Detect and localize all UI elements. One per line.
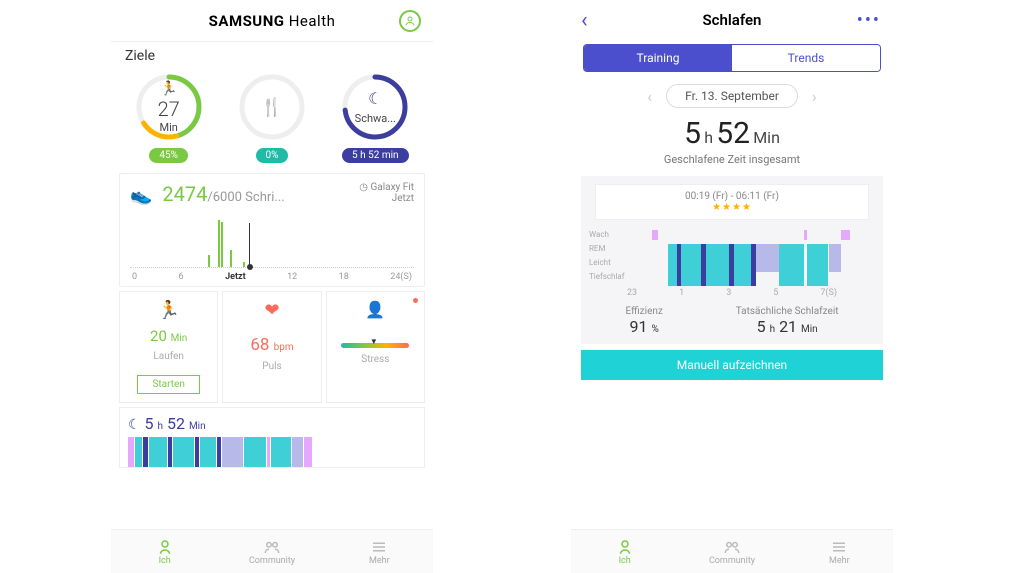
detail-header: ‹ Schlafen ••• [571, 0, 893, 40]
app-header: SAMSUNG Health [111, 0, 433, 42]
sleep-detail-screen: ‹ Schlafen ••• Training Trends ‹ Fr. 13.… [571, 0, 893, 573]
moon-icon: ☾ [128, 417, 141, 433]
tab-trends[interactable]: Trends [732, 45, 880, 71]
stress-bar: ▼ [341, 343, 409, 348]
chevron-right-icon[interactable]: › [812, 87, 817, 106]
tile-stress[interactable]: 👤 ▼ Stress [326, 291, 425, 403]
person-icon: 👤 [365, 300, 385, 319]
home-screen: SAMSUNG Health Ziele 🏃27Min 45% 🍴 0% ☾Sc… [111, 0, 433, 573]
goals-row: 🏃27Min 45% 🍴 0% ☾Schwa... 5 h 52 min [111, 66, 433, 169]
stage-labels: WachREMLeichtTiefschlaf [589, 230, 627, 286]
sleep-chart-card: 00:19 (Fr) - 06:11 (Fr) ★★★★ WachREMLeic… [581, 176, 883, 344]
nav-mehr[interactable]: Mehr [786, 530, 893, 573]
efficiency-row: Effizienz 91 % Tatsächliche Schlafzeit 5… [589, 306, 875, 336]
total-label: Geschlafene Zeit insgesamt [571, 153, 893, 166]
chevron-left-icon[interactable]: ‹ [647, 87, 652, 106]
steps-goal: /6000 Schri... [207, 190, 284, 205]
tab-segment: Training Trends [583, 44, 881, 72]
stars-icon: ★★★★ [602, 202, 862, 213]
heart-icon: ❤ [264, 300, 279, 321]
steps-card[interactable]: 👟 2474/6000 Schri... ◷ Galaxy FitJetzt 0… [119, 173, 425, 287]
profile-icon[interactable] [399, 10, 421, 32]
cutlery-icon: 🍴 [261, 97, 283, 118]
nav-mehr[interactable]: Mehr [326, 530, 433, 573]
watch-icon: ◷ [359, 182, 370, 193]
goals-heading: Ziele [111, 42, 433, 66]
goal-sleep[interactable]: ☾Schwa... 5 h 52 min [330, 72, 420, 163]
back-icon[interactable]: ‹ [581, 8, 588, 33]
sleep-tooltip: 00:19 (Fr) - 06:11 (Fr) ★★★★ [595, 184, 869, 220]
bottom-nav: Ich Community Mehr [111, 529, 433, 573]
moon-icon: ☾ [368, 89, 382, 108]
date-button[interactable]: Fr. 13. September [666, 84, 798, 108]
runner-icon: 🏃 [160, 81, 177, 97]
alert-dot-icon [413, 298, 418, 303]
sleep-mini-chart [128, 437, 416, 467]
shoe-icon: 👟 [130, 185, 152, 206]
app-title: SAMSUNG Health [209, 12, 336, 30]
runner-icon: 🏃 [157, 300, 179, 321]
page-title: Schlafen [703, 11, 762, 29]
goal-sleep-pill: 5 h 52 min [342, 148, 409, 163]
start-button[interactable]: Starten [137, 375, 199, 394]
x-axis-ticks: 231357(S) [589, 286, 875, 298]
sleep-card[interactable]: ☾ 5 h 52 Min [119, 407, 425, 468]
nav-community[interactable]: Community [218, 530, 325, 573]
nav-community[interactable]: Community [678, 530, 785, 573]
tile-run[interactable]: 🏃 20 Min Laufen Starten [119, 291, 218, 403]
tab-training[interactable]: Training [584, 45, 732, 71]
bottom-nav: Ich Community Mehr [571, 529, 893, 573]
goal-activity-pill: 45% [149, 148, 188, 163]
steps-value: 2474 [162, 182, 207, 206]
nav-ich[interactable]: Ich [111, 530, 218, 573]
goal-activity[interactable]: 🏃27Min 45% [124, 72, 214, 163]
date-selector: ‹ Fr. 13. September › [571, 84, 893, 108]
steps-source: ◷ Galaxy FitJetzt [359, 182, 414, 204]
goal-food[interactable]: 🍴 0% [227, 72, 317, 163]
steps-chart: 06Jetzt121824(S) [130, 212, 414, 282]
hypnogram-chart [627, 230, 875, 286]
nav-ich[interactable]: Ich [571, 530, 678, 573]
total-sleep-time: 5 h 52 Min [571, 116, 893, 151]
manual-record-button[interactable]: Manuell aufzeichnen [581, 350, 883, 380]
more-icon[interactable]: ••• [857, 10, 881, 31]
tiles-row: 🏃 20 Min Laufen Starten ❤ 68 bpm Puls 👤 … [119, 291, 425, 403]
tile-pulse[interactable]: ❤ 68 bpm Puls [222, 291, 321, 403]
goal-food-pill: 0% [256, 148, 289, 163]
